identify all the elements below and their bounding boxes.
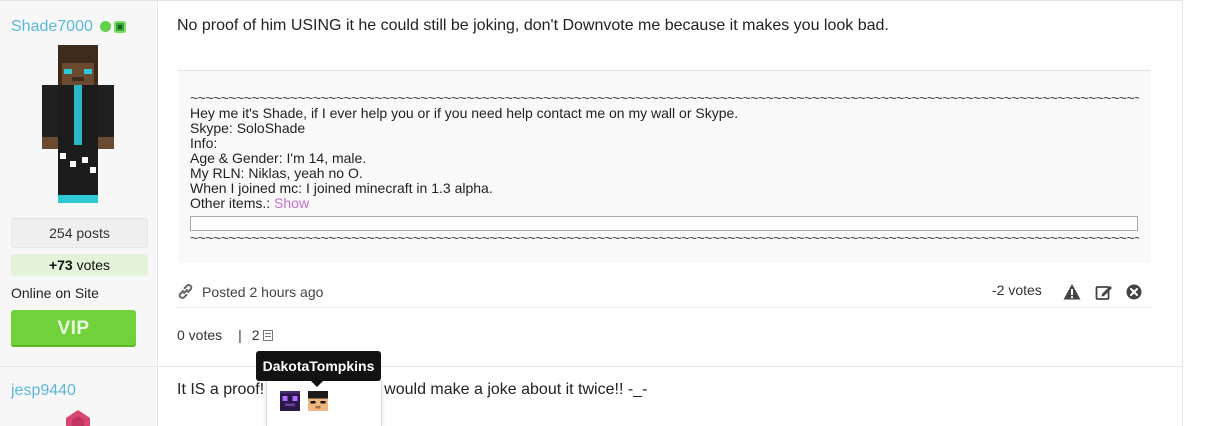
user-votes-label: votes [72,257,111,273]
online-status: Online on Site [11,285,99,301]
delete-icon[interactable] [1125,283,1143,301]
voter-avatar[interactable] [308,391,328,411]
edit-icon[interactable] [1095,283,1113,301]
forum-post: Shade7000 254 posts +73 votes Online on … [0,0,1182,367]
spoiler-box [190,216,1138,231]
reputation-votes[interactable]: 0 votes [177,327,222,343]
post-count: 254 posts [11,218,148,248]
reputation-count[interactable]: 2 [252,327,260,343]
signature-line: When I joined mc: I joined minecraft in … [190,181,493,196]
user-sidebar: jesp9440 [0,367,158,426]
posted-timestamp: Posted 2 hours ago [202,284,324,300]
signature-divider: ~~~~~~~~~~~~~~~~~~~~~~~~~~~~~~~~~~~~~~~~… [190,231,1139,246]
forum-post: jesp9440 It IS a proof! would make a joke… [0,367,1182,426]
voter-name-tooltip: DakotaTompkins [256,351,381,387]
user-skin-avatar [42,45,114,203]
post-footer: Posted 2 hours ago -2 votes [177,276,1152,308]
user-votes-value: +73 [48,257,73,273]
username-link[interactable]: Shade7000 [11,18,93,36]
signature-line: Info: [190,136,218,151]
post-body-end: would make a joke about it twice!! -_- [384,381,648,398]
user-votes: +73 votes [11,254,148,276]
voters-list-icon[interactable] [262,330,273,341]
status-indicators [100,21,126,33]
reputation-separator: | [238,327,242,343]
vip-rank-badge: VIP [11,310,136,347]
spoiler-show-link[interactable]: Show [274,196,309,211]
user-skin-avatar [66,410,90,426]
post-body-start: It IS a proof! [177,381,265,398]
voter-avatar[interactable] [280,391,300,411]
report-warning-icon[interactable] [1063,283,1081,301]
signature-line: Age & Gender: I'm 14, male. [190,151,367,166]
post-body: It IS a proof! would make a joke about it… [177,381,647,399]
signature-line: My RLN: Niklas, yeah no O. [190,166,363,181]
post-vote-count: -2 votes [992,282,1042,298]
user-signature: ~~~~~~~~~~~~~~~~~~~~~~~~~~~~~~~~~~~~~~~~… [178,70,1151,263]
online-dot-icon [100,21,111,32]
forum-thread: Shade7000 254 posts +73 votes Online on … [0,0,1217,426]
voters-popover [266,380,382,426]
signature-line: Skype: SoloShade [190,121,306,136]
signature-divider: ~~~~~~~~~~~~~~~~~~~~~~~~~~~~~~~~~~~~~~~~… [190,91,1139,106]
signature-line: Hey me it's Shade, if I ever help you or… [190,106,739,121]
minecraft-status-icon [114,21,126,33]
permalink-icon[interactable] [177,283,194,300]
post-body: No proof of him USING it he could still … [177,17,889,34]
signature-other-items: Other items.: Show [190,196,1139,211]
username-link[interactable]: jesp9440 [11,382,76,400]
reputation-row: 0 votes | 2 [177,327,273,343]
user-sidebar: Shade7000 254 posts +73 votes Online on … [0,1,158,366]
other-items-label: Other items.: [190,196,275,211]
page-right-edge [1182,0,1217,426]
